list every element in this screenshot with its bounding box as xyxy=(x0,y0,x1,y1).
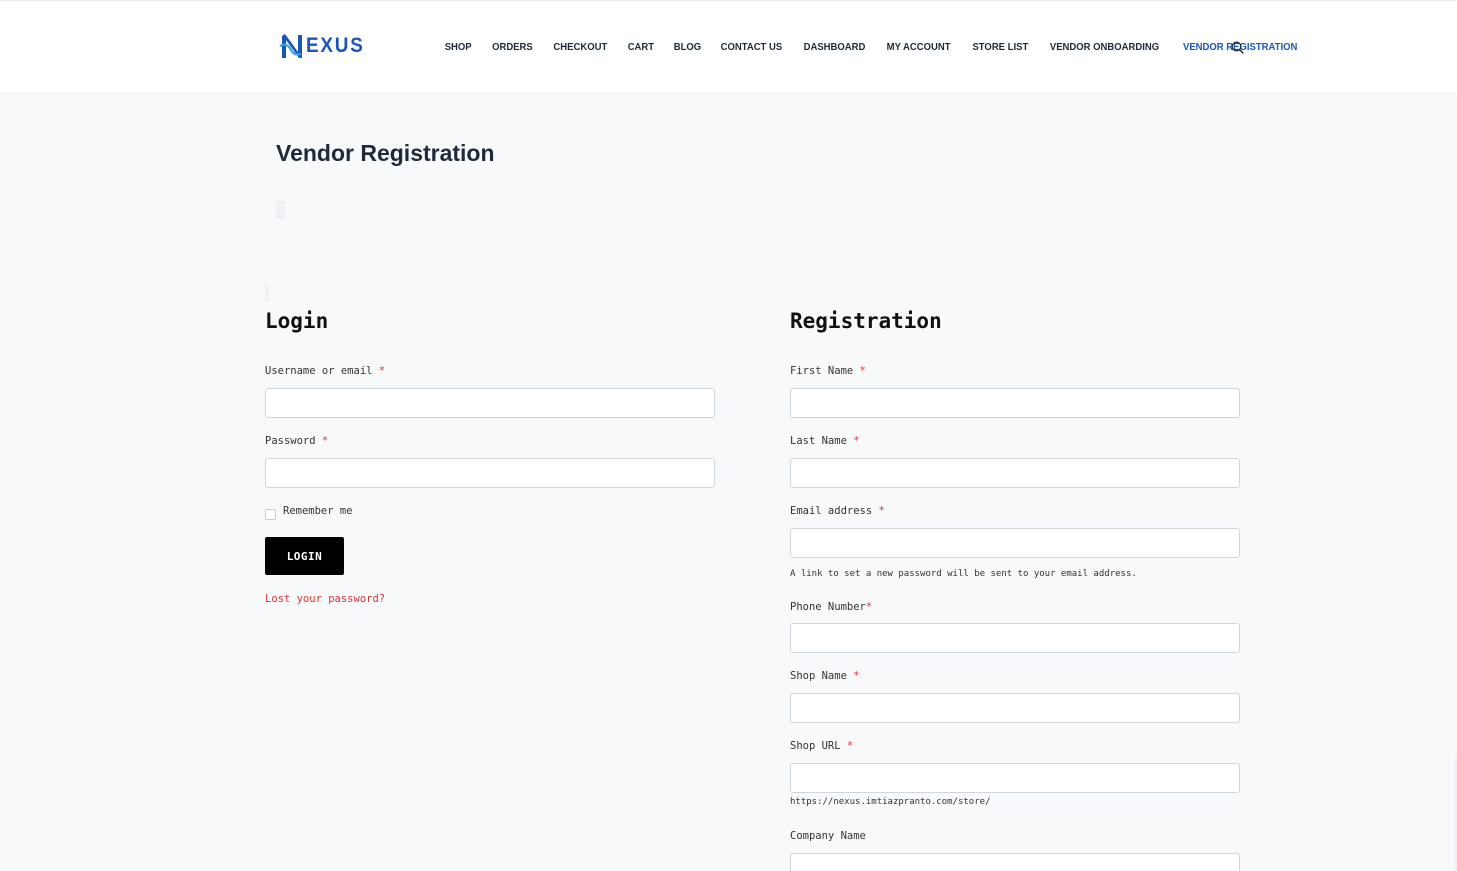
last-name-label: Last Name * xyxy=(790,435,860,447)
nav-dashboard[interactable]: DASHBOARD xyxy=(804,42,866,53)
required-mark: * xyxy=(853,435,860,447)
nav-orders[interactable]: ORDERS xyxy=(492,42,533,53)
required-mark: * xyxy=(321,435,329,447)
password-input[interactable] xyxy=(265,458,715,488)
site-header: EXUS SHOP ORDERS CHECKOUT CART BLOG CONT… xyxy=(0,0,1457,92)
password-label: Password * xyxy=(265,435,328,447)
required-mark: * xyxy=(865,601,873,613)
registration-title: Registration xyxy=(790,309,942,333)
shop-url-label-text: Shop URL xyxy=(790,740,841,752)
remember-me-checkbox[interactable] xyxy=(265,509,276,520)
lost-password-link[interactable]: Lost your password? xyxy=(265,593,385,605)
site-logo[interactable]: EXUS xyxy=(279,32,371,60)
shop-name-label: Shop Name * xyxy=(790,670,860,682)
login-button[interactable]: LOGIN xyxy=(265,537,344,575)
login-title: Login xyxy=(265,309,329,333)
search-icon[interactable] xyxy=(1231,41,1244,54)
email-label: Email address * xyxy=(790,505,885,517)
nav-my-account[interactable]: MY ACCOUNT xyxy=(887,42,951,53)
remember-me-label: Remember me xyxy=(283,505,353,517)
required-mark: * xyxy=(859,365,866,377)
company-name-label: Company Name xyxy=(790,830,866,842)
last-name-input[interactable] xyxy=(790,458,1240,488)
phone-label: Phone Number* xyxy=(790,601,872,613)
placeholder-block xyxy=(265,286,269,301)
nav-vendor-onboarding[interactable]: VENDOR ONBOARDING xyxy=(1050,42,1159,53)
last-name-label-text: Last Name xyxy=(790,435,847,447)
email-hint: A link to set a new password will be sen… xyxy=(790,569,1137,579)
email-label-text: Email address xyxy=(790,505,873,517)
phone-input[interactable] xyxy=(790,623,1240,653)
email-input[interactable] xyxy=(790,528,1240,558)
username-label: Username or email * xyxy=(265,365,385,377)
required-mark: * xyxy=(878,505,885,517)
shop-url-input[interactable] xyxy=(790,763,1240,793)
username-input[interactable] xyxy=(265,388,715,418)
shop-url-label: Shop URL * xyxy=(790,740,853,752)
logo-text: EXUS xyxy=(306,34,365,57)
logo-n-icon xyxy=(279,34,302,58)
shop-name-input[interactable] xyxy=(790,693,1240,723)
first-name-label-text: First Name xyxy=(790,365,854,377)
page-title: Vendor Registration xyxy=(276,140,495,166)
nav-cart[interactable]: CART xyxy=(628,42,654,53)
phone-label-text: Phone Number xyxy=(790,601,866,613)
username-label-text: Username or email xyxy=(265,365,373,377)
required-mark: * xyxy=(853,670,860,682)
nav-blog[interactable]: BLOG xyxy=(673,42,700,53)
password-label-text: Password xyxy=(265,435,316,447)
first-name-input[interactable] xyxy=(790,388,1240,418)
first-name-label: First Name * xyxy=(790,365,866,377)
required-mark: * xyxy=(378,365,386,377)
nav-checkout[interactable]: CHECKOUT xyxy=(554,42,608,53)
shop-url-hint: https://nexus.imtiazpranto.com/store/ xyxy=(790,797,991,807)
placeholder-block xyxy=(276,201,285,219)
nav-shop[interactable]: SHOP xyxy=(445,42,472,53)
company-name-input[interactable] xyxy=(790,853,1240,871)
nav-contact-us[interactable]: CONTACT US xyxy=(721,42,783,53)
nav-store-list[interactable]: STORE LIST xyxy=(972,42,1028,53)
required-mark: * xyxy=(846,740,854,752)
main-nav: SHOP ORDERS CHECKOUT CART BLOG CONTACT U… xyxy=(444,42,1301,53)
shop-name-label-text: Shop Name xyxy=(790,670,847,682)
